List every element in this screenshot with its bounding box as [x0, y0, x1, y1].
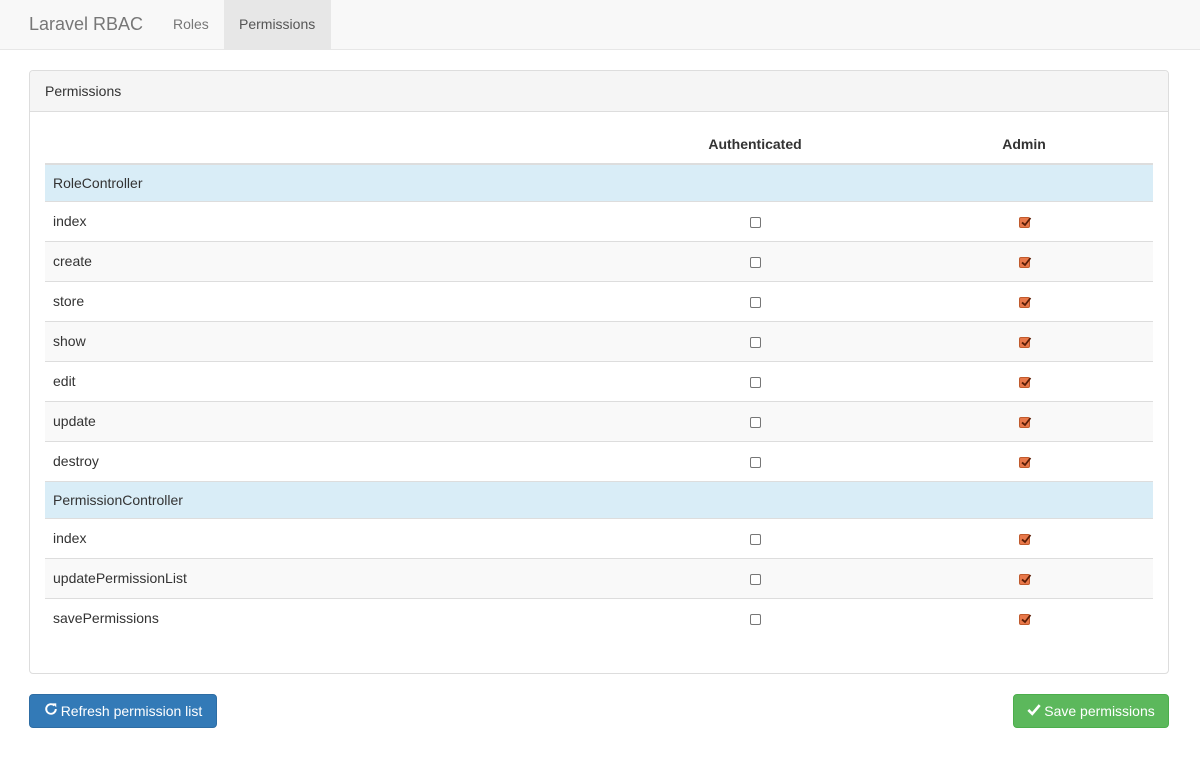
group-spacer	[615, 480, 895, 518]
permission-action-name: index	[45, 517, 615, 558]
permission-cell-admin	[895, 557, 1153, 598]
authenticated-checkbox[interactable]	[749, 533, 761, 545]
permission-action-name: create	[45, 240, 615, 281]
table-body: RoleController index create store show edit up…	[45, 163, 1153, 638]
column-header-action	[45, 127, 615, 165]
panel-heading: Permissions	[30, 71, 1168, 112]
authenticated-checkbox[interactable]	[749, 336, 761, 348]
authenticated-checkbox[interactable]	[749, 573, 761, 585]
refresh-icon	[44, 695, 58, 727]
column-header-admin: Admin	[895, 127, 1153, 165]
table-row: create	[45, 240, 1153, 281]
permission-cell-admin	[895, 200, 1153, 241]
admin-checkbox[interactable]	[1018, 456, 1031, 468]
table-row: savePermissions	[45, 597, 1153, 638]
permission-cell-admin	[895, 360, 1153, 401]
admin-checkbox[interactable]	[1018, 533, 1031, 545]
admin-checkbox[interactable]	[1018, 296, 1031, 308]
permission-action-name: destroy	[45, 440, 615, 481]
group-spacer	[615, 163, 895, 201]
permission-cell-admin	[895, 280, 1153, 321]
permission-cell-authenticated	[615, 320, 895, 361]
admin-checkbox[interactable]	[1018, 573, 1031, 585]
group-row: RoleController	[45, 163, 1153, 201]
table-row: index	[45, 517, 1153, 558]
permission-cell-authenticated	[615, 440, 895, 481]
navbar-brand[interactable]: Laravel RBAC	[29, 0, 143, 48]
permission-cell-authenticated	[615, 200, 895, 241]
permission-action-name: edit	[45, 360, 615, 401]
refresh-button-label: Refresh permission list	[60, 703, 203, 719]
permission-cell-authenticated	[615, 557, 895, 598]
table-row: update	[45, 400, 1153, 441]
permissions-panel: Permissions Authenticated Admin RoleCont…	[29, 70, 1169, 674]
check-icon	[1027, 695, 1041, 727]
admin-checkbox[interactable]	[1018, 376, 1031, 388]
table-row: store	[45, 280, 1153, 321]
permission-action-name: show	[45, 320, 615, 361]
authenticated-checkbox[interactable]	[749, 376, 761, 388]
admin-checkbox[interactable]	[1018, 256, 1031, 268]
admin-checkbox[interactable]	[1018, 416, 1031, 428]
permission-cell-authenticated	[615, 280, 895, 321]
permission-action-name: savePermissions	[45, 597, 615, 638]
table-row: destroy	[45, 440, 1153, 481]
permission-action-name: index	[45, 200, 615, 241]
nav-link-permissions[interactable]: Permissions	[224, 0, 331, 49]
table-row: updatePermissionList	[45, 557, 1153, 598]
permissions-table: Authenticated Admin RoleController index c…	[45, 127, 1153, 638]
group-spacer	[895, 163, 1153, 201]
column-header-authenticated: Authenticated	[615, 127, 895, 165]
group-name: PermissionController	[45, 480, 615, 518]
nav-link-roles[interactable]: Roles	[158, 0, 224, 49]
table-row: edit	[45, 360, 1153, 401]
authenticated-checkbox[interactable]	[749, 614, 761, 626]
table-header-row: Authenticated Admin	[45, 127, 1153, 165]
admin-checkbox[interactable]	[1018, 614, 1031, 626]
authenticated-checkbox[interactable]	[749, 256, 761, 268]
permission-cell-authenticated	[615, 400, 895, 441]
table-row: index	[45, 200, 1153, 241]
permission-cell-admin	[895, 440, 1153, 481]
group-row: PermissionController	[45, 480, 1153, 518]
permission-cell-admin	[895, 240, 1153, 281]
authenticated-checkbox[interactable]	[749, 216, 761, 228]
table-row: show	[45, 320, 1153, 361]
save-button-label: Save permissions	[1044, 703, 1155, 719]
permission-cell-admin	[895, 320, 1153, 361]
permission-cell-authenticated	[615, 240, 895, 281]
permission-cell-admin	[895, 597, 1153, 638]
permission-cell-admin	[895, 517, 1153, 558]
authenticated-checkbox[interactable]	[749, 416, 761, 428]
admin-checkbox[interactable]	[1018, 216, 1031, 228]
refresh-permission-list-button[interactable]: Refresh permission list	[29, 694, 217, 728]
navbar: Laravel RBAC Roles Permissions	[0, 0, 1200, 50]
permission-action-name: updatePermissionList	[45, 557, 615, 598]
authenticated-checkbox[interactable]	[749, 296, 761, 308]
permission-action-name: store	[45, 280, 615, 321]
admin-checkbox[interactable]	[1018, 336, 1031, 348]
save-permissions-button[interactable]: Save permissions	[1013, 694, 1169, 728]
group-name: RoleController	[45, 163, 615, 201]
permission-cell-admin	[895, 400, 1153, 441]
group-spacer	[895, 480, 1153, 518]
permission-cell-authenticated	[615, 517, 895, 558]
permission-action-name: update	[45, 400, 615, 441]
permission-cell-authenticated	[615, 597, 895, 638]
permission-cell-authenticated	[615, 360, 895, 401]
authenticated-checkbox[interactable]	[749, 456, 761, 468]
